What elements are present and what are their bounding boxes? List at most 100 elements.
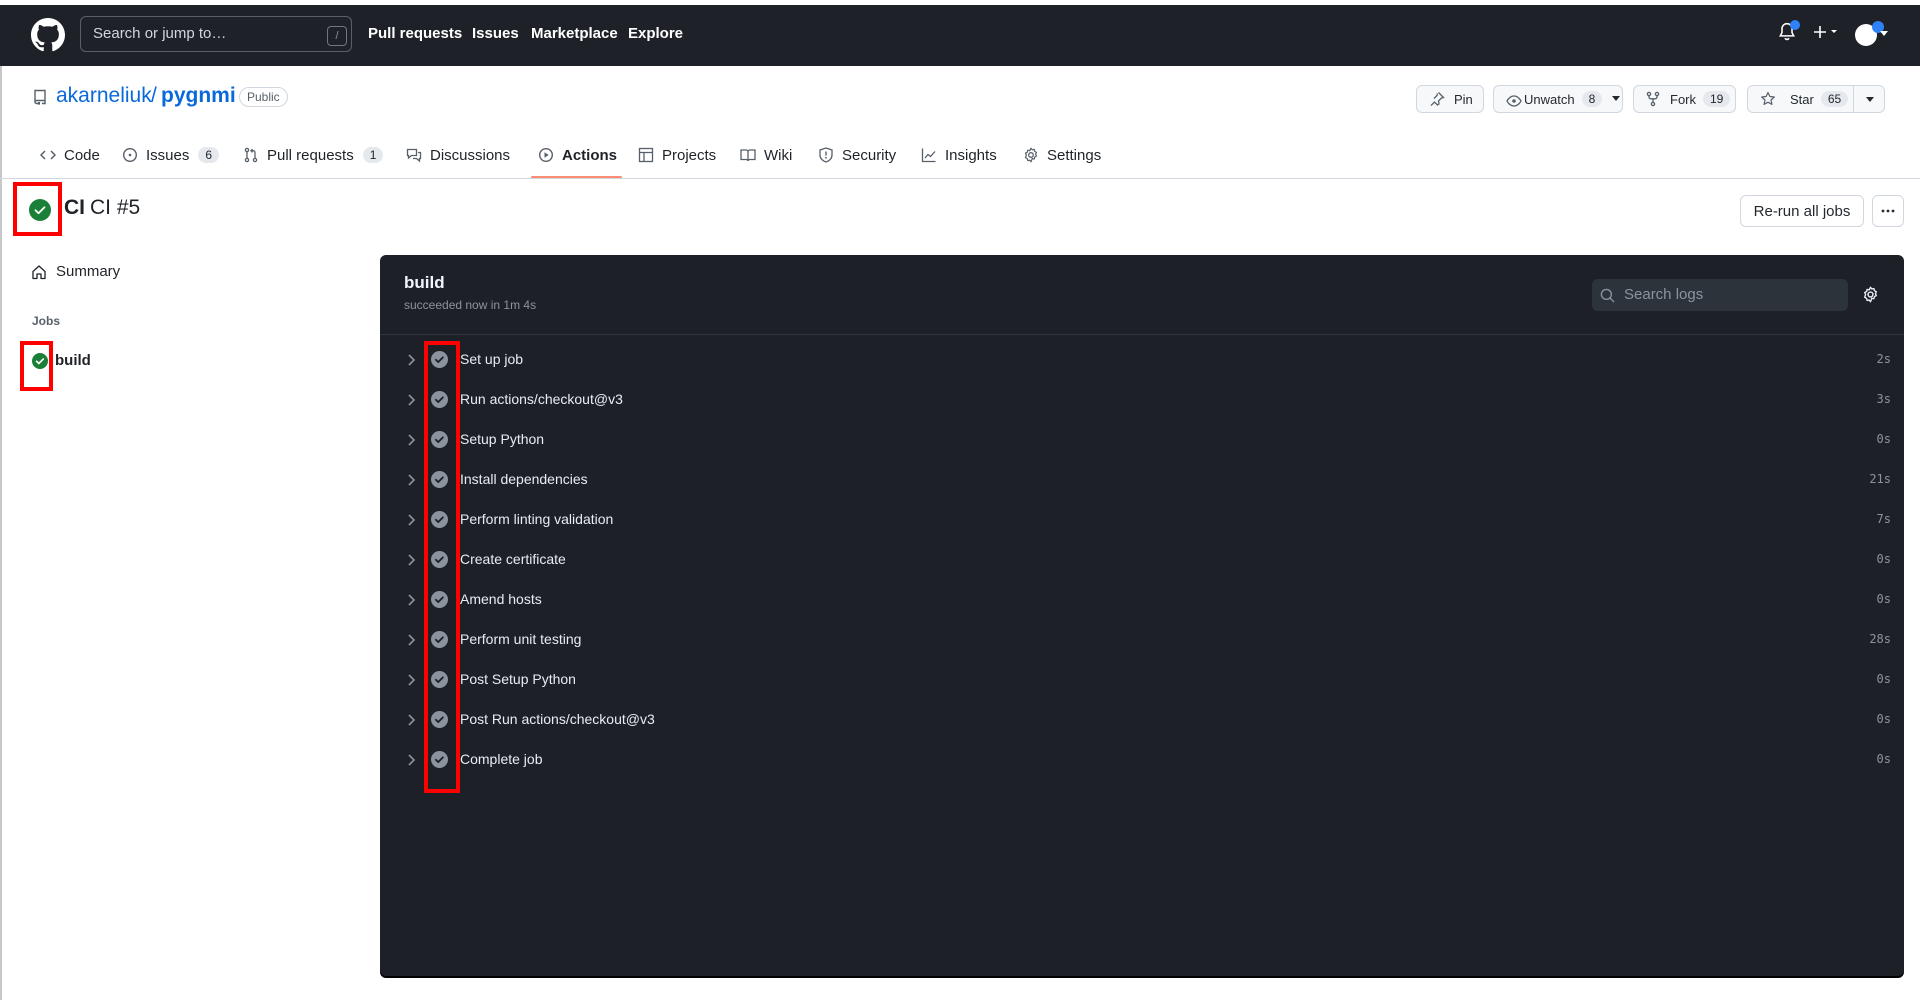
star-icon — [1760, 91, 1776, 107]
step-row[interactable]: Post Run actions/checkout@v3 0s — [380, 700, 1904, 740]
log-settings-gear-icon[interactable] — [1862, 286, 1879, 303]
gear-icon — [1023, 147, 1039, 163]
job-name: build — [55, 352, 91, 369]
discussions-icon — [406, 147, 422, 163]
chevron-right-icon[interactable] — [406, 393, 416, 407]
page-edge — [0, 66, 2, 1000]
tab-security[interactable]: Security — [818, 144, 896, 166]
step-duration: 2s — [1876, 352, 1891, 366]
star-button[interactable]: Star 65 — [1747, 85, 1885, 113]
step-row[interactable]: Complete job 0s — [380, 740, 1904, 780]
tab-label: Settings — [1047, 146, 1102, 164]
shield-icon — [818, 147, 834, 163]
log-header-divider — [380, 334, 1904, 335]
table-icon — [638, 147, 654, 163]
tab-code[interactable]: Code — [40, 144, 100, 166]
repo-name-link[interactable]: pygnmi — [161, 84, 236, 108]
tab-discussions[interactable]: Discussions — [406, 144, 510, 166]
chevron-right-icon[interactable] — [406, 673, 416, 687]
step-row[interactable]: Amend hosts 0s — [380, 580, 1904, 620]
step-name: Perform unit testing — [460, 631, 582, 647]
chevron-right-icon[interactable] — [406, 353, 416, 367]
chevron-right-icon[interactable] — [406, 713, 416, 727]
fork-label: Fork — [1670, 91, 1696, 107]
visibility-badge: Public — [239, 87, 288, 107]
chevron-right-icon[interactable] — [406, 593, 416, 607]
chevron-right-icon[interactable] — [406, 513, 416, 527]
watch-dropdown-caret-icon[interactable] — [1612, 96, 1621, 102]
step-duration: 3s — [1876, 392, 1891, 406]
jobs-heading: Jobs — [32, 314, 61, 328]
star-list-caret-icon[interactable] — [1866, 97, 1874, 103]
success-check-icon — [32, 352, 48, 369]
more-options-button[interactable] — [1872, 195, 1904, 227]
log-job-title: build — [404, 273, 445, 292]
step-row[interactable]: Install dependencies 21s — [380, 460, 1904, 500]
step-row[interactable]: Create certificate 0s — [380, 540, 1904, 580]
sidebar-job-build[interactable]: build — [32, 352, 91, 369]
pull-request-icon — [243, 147, 259, 163]
step-duration: 28s — [1869, 632, 1891, 646]
search-logs-placeholder: Search logs — [1624, 286, 1704, 303]
fork-count: 19 — [1703, 91, 1731, 107]
repo-icon — [32, 89, 48, 105]
unwatch-button[interactable]: Unwatch 8 — [1493, 85, 1623, 113]
step-name: Perform linting validation — [460, 511, 614, 527]
step-row[interactable]: Perform linting validation 7s — [380, 500, 1904, 540]
fork-button[interactable]: Fork 19 — [1633, 85, 1736, 113]
tab-pull-requests[interactable]: Pull requests 1 — [243, 144, 384, 166]
step-row[interactable]: Setup Python 0s — [380, 420, 1904, 460]
notification-indicator — [1790, 20, 1800, 30]
tab-label: Actions — [562, 146, 618, 164]
repo-owner-link[interactable]: akarneliuk — [56, 84, 152, 108]
chevron-right-icon[interactable] — [406, 433, 416, 447]
tab-wiki[interactable]: Wiki — [740, 144, 792, 166]
header-nav-explore[interactable]: Explore — [628, 25, 683, 42]
step-duration: 0s — [1876, 712, 1891, 726]
step-row[interactable]: Perform unit testing 28s — [380, 620, 1904, 660]
pin-label: Pin — [1454, 91, 1473, 107]
star-button-divider — [1853, 85, 1854, 113]
tab-label: Discussions — [430, 146, 511, 164]
avatar-caret-icon[interactable] — [1880, 31, 1888, 37]
tab-issues[interactable]: Issues 6 — [122, 144, 220, 166]
pin-icon — [1429, 91, 1445, 107]
chevron-right-icon[interactable] — [406, 753, 416, 767]
watch-count: 8 — [1581, 91, 1603, 107]
sidebar-summary-link[interactable]: Summary — [31, 263, 120, 280]
tab-insights[interactable]: Insights — [921, 144, 997, 166]
play-icon — [538, 147, 554, 163]
tab-actions[interactable]: Actions — [538, 144, 617, 166]
header-nav-issues[interactable]: Issues — [472, 25, 519, 42]
header-nav-pull-requests[interactable]: Pull requests — [368, 25, 462, 42]
step-row[interactable]: Post Setup Python 0s — [380, 660, 1904, 700]
chevron-right-icon[interactable] — [406, 633, 416, 647]
kebab-horizontal-icon — [1881, 209, 1895, 213]
step-duration: 0s — [1876, 672, 1891, 686]
step-duration: 0s — [1876, 432, 1891, 446]
step-name: Amend hosts — [460, 591, 542, 607]
step-duration: 0s — [1876, 592, 1891, 606]
step-row[interactable]: Run actions/checkout@v3 3s — [380, 380, 1904, 420]
book-icon — [740, 147, 756, 163]
github-logo-icon[interactable] — [31, 18, 65, 52]
step-name: Install dependencies — [460, 471, 588, 487]
step-name: Run actions/checkout@v3 — [460, 391, 623, 407]
chevron-right-icon[interactable] — [406, 553, 416, 567]
rerun-all-jobs-button[interactable]: Re-run all jobs — [1740, 195, 1864, 227]
plus-icon[interactable] — [1812, 24, 1840, 40]
code-icon — [40, 147, 56, 163]
step-duration: 21s — [1869, 472, 1891, 486]
chevron-right-icon[interactable] — [406, 473, 416, 487]
tab-projects[interactable]: Projects — [638, 144, 716, 166]
run-name: CI #5 — [90, 196, 141, 219]
step-name: Complete job — [460, 751, 543, 767]
tab-label: Wiki — [764, 146, 793, 164]
step-duration: 0s — [1876, 552, 1891, 566]
header-nav-marketplace[interactable]: Marketplace — [531, 25, 618, 42]
step-name: Setup Python — [460, 431, 545, 447]
tab-settings[interactable]: Settings — [1023, 144, 1101, 166]
pin-button[interactable]: Pin — [1416, 85, 1484, 113]
workflow-name: CI — [64, 196, 85, 219]
step-row[interactable]: Set up job 2s — [380, 340, 1904, 380]
